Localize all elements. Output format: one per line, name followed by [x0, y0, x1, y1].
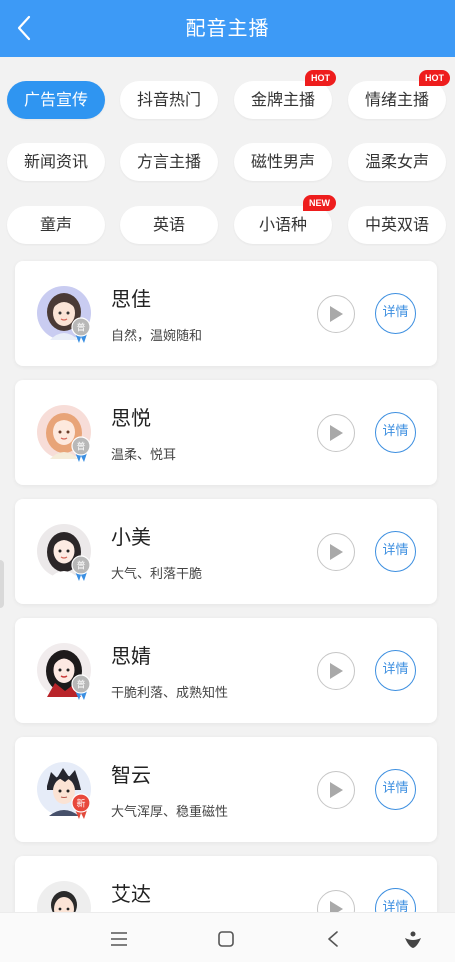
assistant-button[interactable]: [402, 928, 424, 950]
category-chip[interactable]: 广告宣传: [7, 81, 105, 119]
anchor-card[interactable]: 普 思婧 干脆利落、成熟知性 详情: [15, 618, 437, 723]
play-button[interactable]: [317, 533, 355, 571]
page-title: 配音主播: [185, 16, 270, 40]
home-button[interactable]: [215, 928, 237, 950]
square-home-icon: [218, 931, 234, 947]
anchor-description: 干脆利落、成熟知性: [111, 686, 229, 701]
detail-button[interactable]: 详情: [375, 412, 416, 453]
category-chip[interactable]: 英语: [120, 206, 218, 244]
nav-back-button[interactable]: [322, 928, 344, 950]
hot-badge: HOT: [419, 70, 450, 86]
anchor-card[interactable]: 普 思佳 自然，温婉随和 详情: [15, 261, 437, 366]
anchor-description: 大气、利落干脆: [111, 567, 203, 582]
detail-button[interactable]: 详情: [375, 888, 416, 912]
category-label: 方言主播: [136, 152, 201, 171]
category-grid: 广告宣传 抖音热门 金牌主播 HOT 情绪主播 HOT 新闻资讯 方言主播 磁性男声…: [0, 57, 455, 254]
category-chip[interactable]: 中英双语: [348, 206, 446, 244]
anchor-card[interactable]: 新 智云 大气浑厚、稳重磁性 详情: [15, 737, 437, 842]
level-medal-icon: 普: [71, 555, 91, 581]
assistant-icon: [405, 931, 421, 948]
menu-button[interactable]: [108, 928, 130, 950]
anchor-name: 思婧: [111, 644, 151, 668]
anchor-card[interactable]: 艾达 详情: [15, 856, 437, 912]
detail-button[interactable]: 详情: [375, 531, 416, 572]
anchor-name: 思佳: [111, 287, 151, 311]
svg-text:普: 普: [76, 322, 85, 334]
category-label: 金牌主播: [250, 90, 315, 109]
anchor-name: 思悦: [111, 406, 151, 430]
category-chip[interactable]: 新闻资讯: [7, 143, 105, 181]
category-label: 广告宣传: [23, 90, 88, 109]
play-icon: [330, 425, 343, 441]
floating-side-handle[interactable]: [0, 560, 4, 608]
category-label: 小语种: [258, 215, 307, 234]
detail-button[interactable]: 详情: [375, 650, 416, 691]
detail-button[interactable]: 详情: [375, 769, 416, 810]
menu-icon: [111, 932, 127, 946]
avatar: [37, 881, 91, 912]
avatar: 普: [37, 286, 91, 343]
level-medal-icon: 普: [71, 317, 91, 343]
detail-button[interactable]: 详情: [375, 293, 416, 334]
svg-text:普: 普: [76, 441, 85, 453]
svg-text:新: 新: [76, 798, 85, 810]
play-button[interactable]: [317, 771, 355, 809]
svg-text:普: 普: [76, 560, 85, 572]
triangle-back-icon: [328, 931, 338, 947]
anchor-description: 自然，温婉随和: [111, 329, 203, 344]
anchor-name: 智云: [111, 763, 151, 787]
level-medal-icon: 普: [71, 674, 91, 700]
play-icon: [330, 544, 343, 560]
category-label: 中英双语: [364, 215, 429, 234]
category-chip[interactable]: 抖音热门: [120, 81, 218, 119]
level-medal-icon: 普: [71, 436, 91, 462]
category-label: 温柔女声: [364, 152, 429, 171]
category-chip[interactable]: 情绪主播 HOT: [348, 70, 450, 119]
category-label: 情绪主播: [364, 90, 429, 109]
hot-badge: HOT: [305, 70, 336, 86]
svg-text:普: 普: [76, 679, 85, 691]
avatar: 普: [37, 524, 91, 581]
category-label: 英语: [152, 215, 185, 234]
play-button[interactable]: [317, 414, 355, 452]
level-medal-icon: 新: [71, 793, 91, 819]
play-icon: [330, 782, 343, 798]
avatar: 新: [37, 762, 91, 819]
anchor-description: 温柔、悦耳: [111, 448, 177, 463]
anchor-description: 大气浑厚、稳重磁性: [111, 805, 229, 820]
play-button[interactable]: [317, 890, 355, 912]
category-chip[interactable]: 温柔女声: [348, 143, 446, 181]
category-label: 抖音热门: [136, 90, 201, 109]
category-label: 童声: [39, 215, 72, 234]
category-chip[interactable]: 磁性男声: [234, 143, 332, 181]
play-icon: [330, 663, 343, 679]
category-chip[interactable]: 方言主播: [120, 143, 218, 181]
play-icon: [330, 306, 343, 322]
category-label: 新闻资讯: [23, 152, 88, 171]
new-badge: NEW: [303, 195, 336, 211]
category-chip[interactable]: 童声: [7, 206, 105, 244]
avatar: 普: [37, 643, 91, 700]
anchor-name: 小美: [111, 525, 151, 549]
anchor-name: 艾达: [111, 882, 151, 906]
anchor-card[interactable]: 普 思悦 温柔、悦耳 详情: [15, 380, 437, 485]
anchor-card[interactable]: 普 小美 大气、利落干脆 详情: [15, 499, 437, 604]
category-chip[interactable]: 小语种 NEW: [234, 195, 336, 244]
anchor-list: 普 思佳 自然，温婉随和 详情 普 思悦 温柔、悦耳 详情 普 小美 大气、利落…: [0, 254, 455, 912]
play-button[interactable]: [317, 295, 355, 333]
category-label: 磁性男声: [250, 152, 315, 171]
avatar: 普: [37, 405, 91, 462]
app-header: 配音主播: [0, 0, 455, 57]
system-nav-bar: [0, 912, 455, 962]
play-icon: [330, 901, 343, 912]
category-chip[interactable]: 金牌主播 HOT: [234, 70, 336, 119]
play-button[interactable]: [317, 652, 355, 690]
